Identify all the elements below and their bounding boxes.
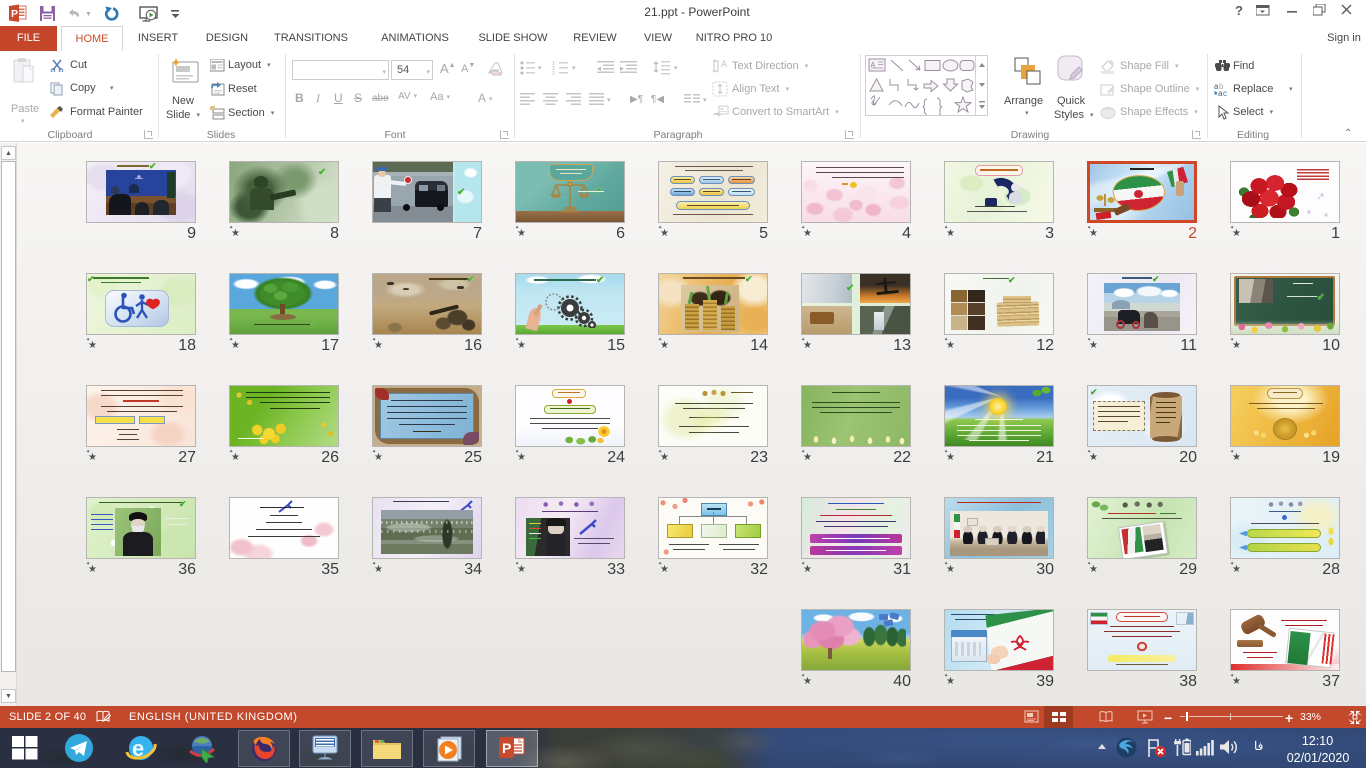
svg-text:c: c [1223,89,1227,97]
svg-text:A: A [721,59,727,69]
svg-text:P: P [502,740,511,756]
svg-text:3: 3 [552,71,555,75]
